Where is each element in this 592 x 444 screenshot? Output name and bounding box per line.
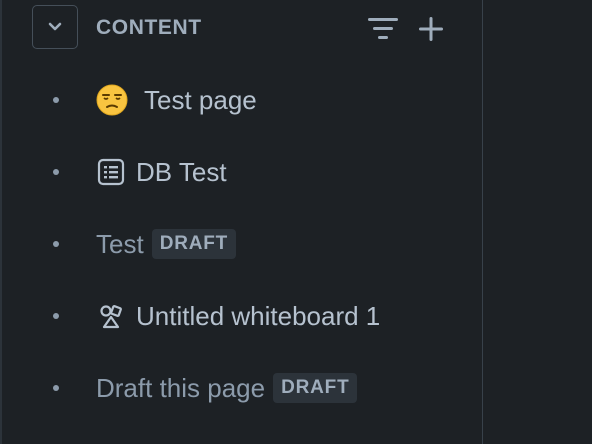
item-label: Untitled whiteboard 1 <box>136 300 381 331</box>
draft-badge: DRAFT <box>273 373 358 403</box>
content-item-test-page[interactable]: Test page <box>0 72 483 128</box>
content-item-draft-this-page[interactable]: Draft this page DRAFT <box>0 360 483 416</box>
item-label: DB Test <box>136 156 227 187</box>
content-item-untitled-whiteboard[interactable]: Untitled whiteboard 1 <box>0 288 483 344</box>
bullet <box>53 385 59 391</box>
unamused-face-emoji-icon <box>96 84 128 116</box>
content-sidebar: CONTENT Test page DB Test Test DRAFT Unt… <box>0 0 483 444</box>
collapse-section-button[interactable] <box>32 5 78 49</box>
item-label: Draft this page <box>96 372 266 403</box>
main-pane <box>484 0 592 444</box>
content-item-test-draft[interactable]: Test DRAFT <box>0 216 483 272</box>
bullet <box>53 97 59 103</box>
filter-icon[interactable] <box>366 14 400 44</box>
chevron-down-icon <box>48 22 62 31</box>
item-label: Test page <box>144 84 257 115</box>
section-title: CONTENT <box>96 16 202 39</box>
bullet <box>53 169 59 175</box>
bullet <box>53 241 59 247</box>
database-icon <box>96 156 126 188</box>
plus-icon[interactable] <box>416 14 446 44</box>
bullet <box>53 313 59 319</box>
whiteboard-icon <box>96 300 126 332</box>
item-label: Test <box>96 228 144 259</box>
content-item-db-test[interactable]: DB Test <box>0 144 483 200</box>
draft-badge: DRAFT <box>151 229 237 259</box>
